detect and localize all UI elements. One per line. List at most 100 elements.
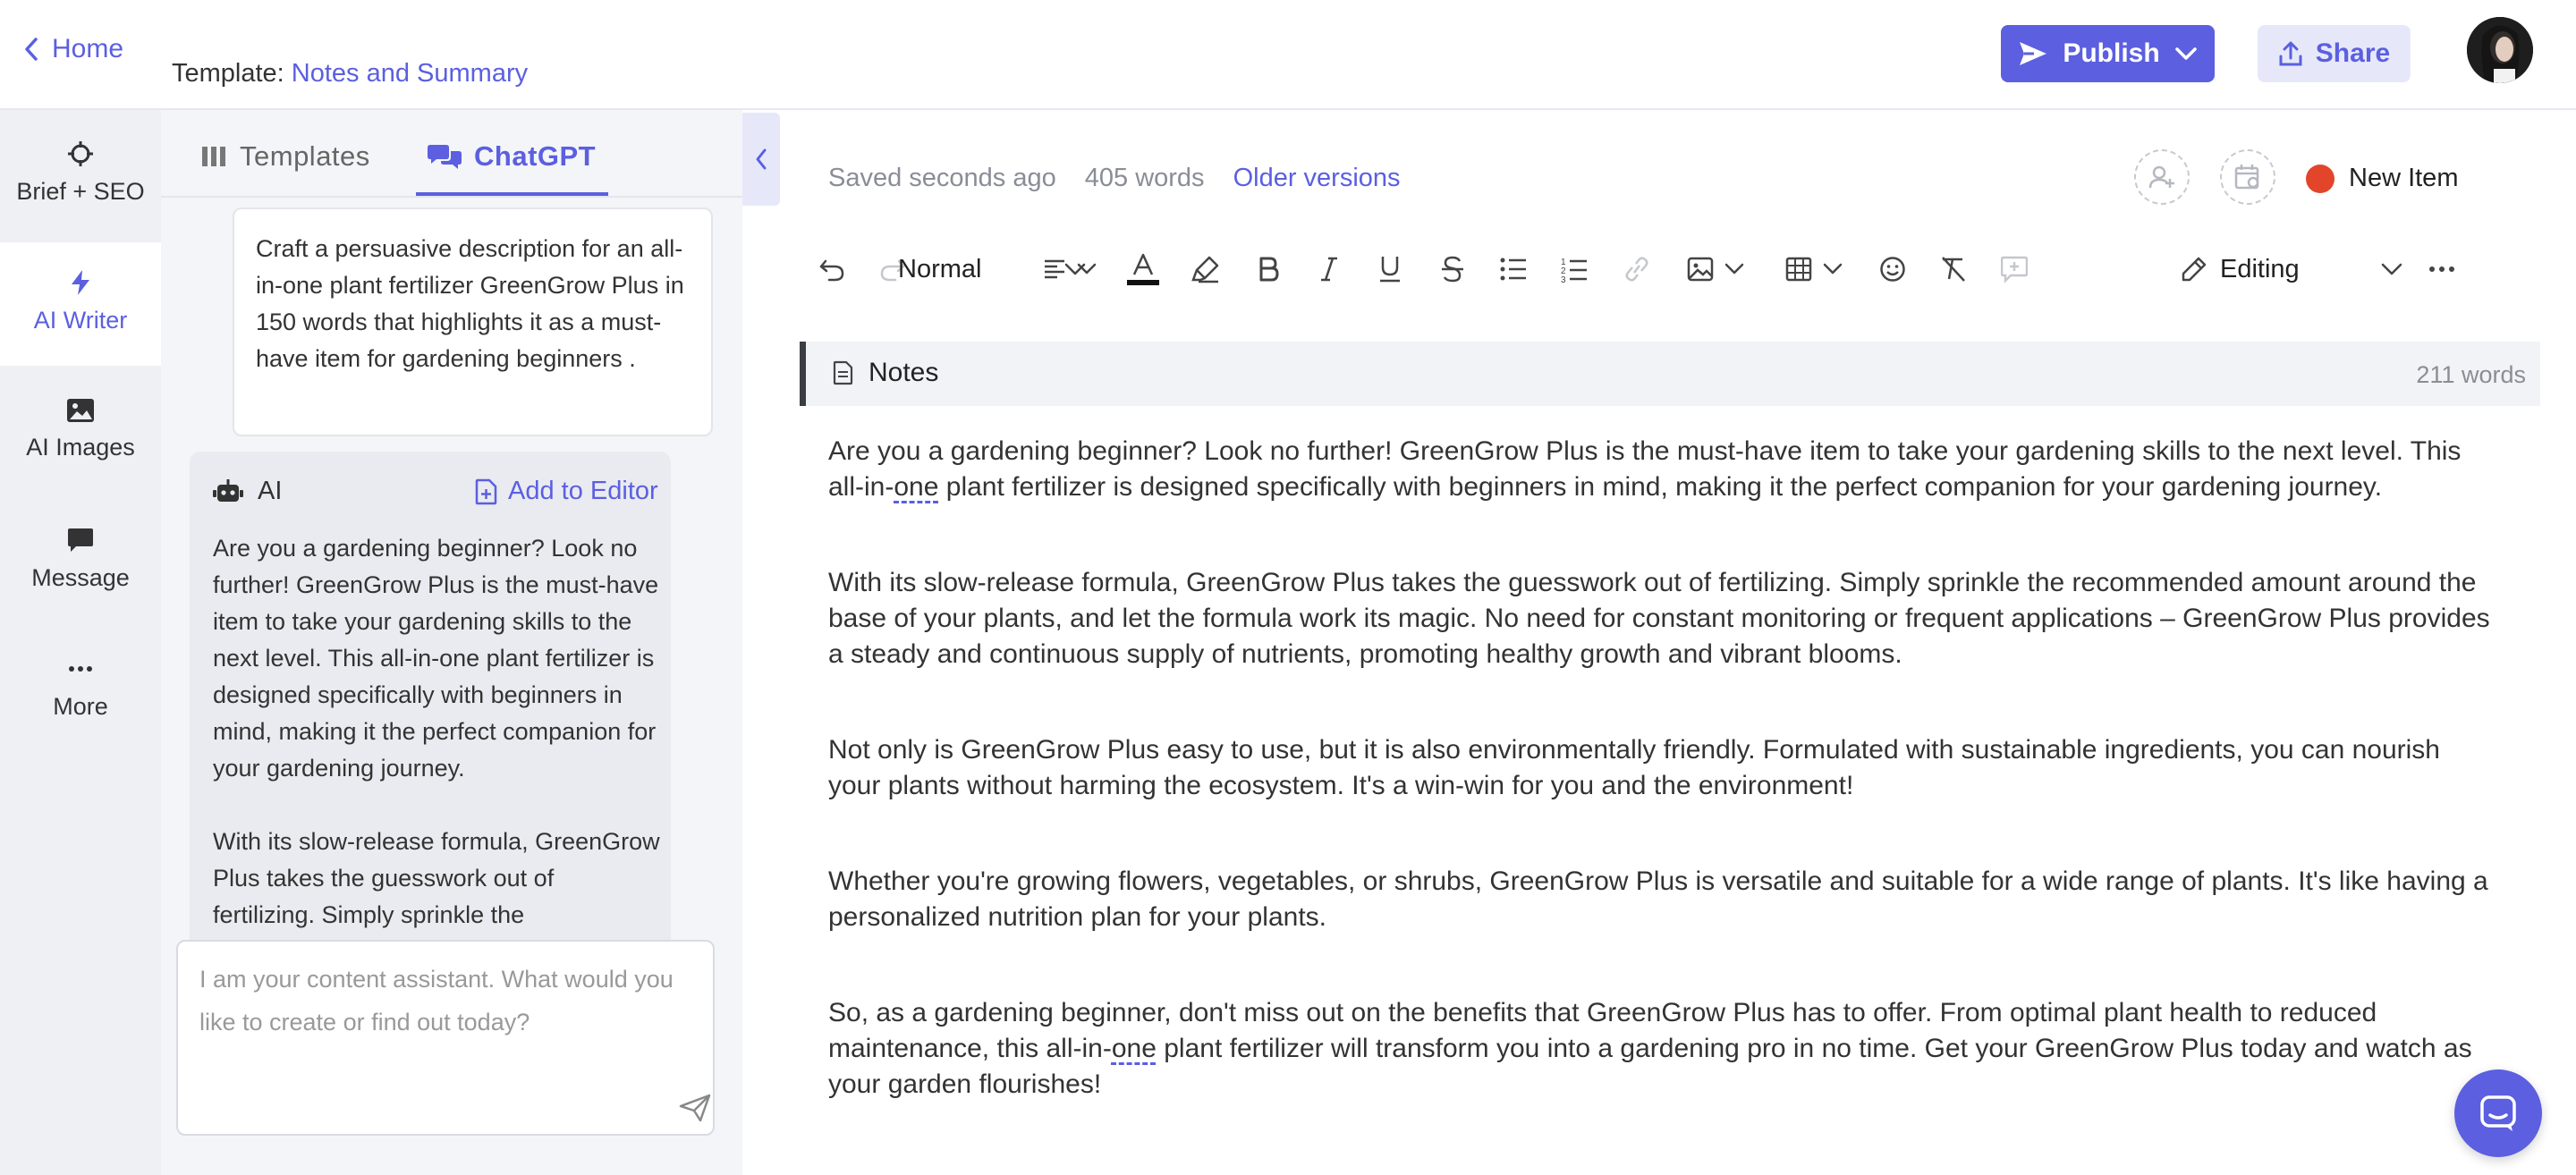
active-tab-indicator <box>416 192 608 196</box>
help-chat-button[interactable] <box>2454 1069 2542 1157</box>
undo-button[interactable] <box>814 249 850 289</box>
chevron-down-icon <box>1077 263 1097 275</box>
prompt-text: Craft a persuasive description for an al… <box>256 235 684 372</box>
chat-bubble-icon <box>2480 1095 2516 1131</box>
add-user-icon <box>2148 165 2174 189</box>
add-comment-button[interactable] <box>1996 249 2032 289</box>
avatar[interactable] <box>2467 17 2533 83</box>
rail-item-ai-writer[interactable]: AI Writer <box>0 269 161 334</box>
notes-title: Notes <box>833 358 938 388</box>
comment-icon <box>2001 256 2028 283</box>
editor-area: Saved seconds ago 405 words Older versio… <box>780 110 2576 1175</box>
share-label: Share <box>2315 38 2391 68</box>
bold-button[interactable] <box>1250 249 1286 289</box>
publish-button[interactable]: Publish <box>2001 25 2215 82</box>
top-bar: Home Template: Notes and Summary Publish… <box>0 0 2576 110</box>
paragraph: Whether you're growing flowers, vegetabl… <box>828 866 2488 932</box>
assign-user-button[interactable] <box>2134 149 2190 205</box>
table-icon <box>1785 257 1812 282</box>
more-horizontal-icon <box>2429 266 2454 272</box>
section-word-count: 211 words <box>2416 361 2526 388</box>
spellcheck-word[interactable]: one <box>894 472 938 502</box>
emoji-icon <box>1880 257 1905 282</box>
numbered-list-button[interactable]: 123 <box>1556 249 1592 289</box>
rail-item-ai-images[interactable]: AI Images <box>0 398 161 461</box>
lightning-icon <box>72 270 89 295</box>
template-name[interactable]: Notes and Summary <box>292 59 528 88</box>
schedule-button[interactable] <box>2220 149 2275 205</box>
document-word-count: 405 words <box>1084 164 1205 192</box>
editing-mode-select[interactable]: Editing <box>2181 246 2402 292</box>
clear-format-button[interactable] <box>1936 249 1971 289</box>
paragraph: So, as a gardening beginner, don't miss … <box>828 995 2492 1103</box>
highlight-button[interactable] <box>1188 249 1224 289</box>
text-color-icon <box>1127 253 1159 285</box>
saved-status: Saved seconds ago <box>828 164 1056 192</box>
chevron-left-icon <box>756 148 767 170</box>
chat-input[interactable] <box>178 942 713 1134</box>
tab-templates[interactable]: Templates <box>200 140 370 173</box>
link-button[interactable] <box>1619 249 1655 289</box>
emoji-button[interactable] <box>1875 249 1911 289</box>
highlighter-icon <box>1191 256 1219 283</box>
strikethrough-button[interactable] <box>1435 249 1470 289</box>
rail-item-more[interactable]: More <box>0 655 161 721</box>
upload-icon <box>2279 41 2302 66</box>
chat-tabs: Templates ChatGPT <box>161 110 742 198</box>
rail-item-brief-seo[interactable]: Brief + SEO <box>0 140 161 206</box>
formatting-toolbar: Normal 123 Editing <box>814 242 2513 296</box>
text: plant fertilizer is designed specificall… <box>938 472 2383 502</box>
add-to-editor-button[interactable]: Add to Editor <box>474 477 658 506</box>
insert-image-select[interactable] <box>1680 249 1751 289</box>
text-color-button[interactable] <box>1123 249 1163 289</box>
calendar-icon <box>2234 165 2259 190</box>
underline-icon <box>1380 257 1400 283</box>
chat-input-box <box>176 940 715 1136</box>
paragraph: Are you a gardening beginner? Look no fu… <box>828 434 2492 505</box>
bullet-list-button[interactable] <box>1496 249 1531 289</box>
message-icon <box>68 528 93 552</box>
rail-label: AI Writer <box>33 307 128 334</box>
home-link[interactable]: Home <box>23 34 123 64</box>
status-label: New Item <box>2349 164 2459 192</box>
pencil-icon <box>2182 257 2207 282</box>
status-dot <box>2306 164 2334 193</box>
document-icon <box>833 360 853 385</box>
older-versions-link[interactable]: Older versions <box>1233 164 1401 193</box>
italic-button[interactable] <box>1311 249 1347 289</box>
align-select[interactable] <box>1034 249 1106 289</box>
tab-chatgpt[interactable]: ChatGPT <box>428 140 596 173</box>
editor-content[interactable]: Are you a gardening beginner? Look no fu… <box>828 434 2492 1162</box>
publish-label: Publish <box>2063 38 2160 68</box>
add-to-editor-label: Add to Editor <box>508 477 658 505</box>
template-prefix: Template: <box>172 59 284 88</box>
editing-mode-value: Editing <box>2220 254 2300 283</box>
paragraph: With its slow-release formula, GreenGrow… <box>828 568 2490 669</box>
svg-text:3: 3 <box>1561 275 1566 283</box>
chevron-left-icon <box>25 38 38 61</box>
send-icon[interactable] <box>679 1094 711 1122</box>
home-label: Home <box>52 34 124 63</box>
ai-response-text: Are you a gardening beginner? Look no fu… <box>213 535 660 928</box>
rail-label: Message <box>31 564 130 591</box>
bullet-list-icon <box>1500 258 1526 281</box>
underline-button[interactable] <box>1372 249 1408 289</box>
italic-icon <box>1321 257 1337 282</box>
chevron-down-icon <box>2174 47 2197 60</box>
editing-mode-group: Editing <box>2181 255 2300 284</box>
rail-item-message[interactable]: Message <box>0 527 161 592</box>
user-avatar-image <box>2467 17 2533 83</box>
clear-format-icon <box>1942 257 1965 282</box>
collapse-panel-button[interactable] <box>742 113 780 206</box>
spellcheck-word[interactable]: one <box>1112 1034 1157 1063</box>
insert-table-select[interactable] <box>1778 249 1850 289</box>
user-prompt-message: Craft a persuasive description for an al… <box>233 207 713 436</box>
chat-panel: Templates ChatGPT Craft a persuasive des… <box>161 110 742 1175</box>
undo-icon <box>819 259 844 282</box>
status-selector[interactable]: New Item <box>2306 164 2458 193</box>
share-button[interactable]: Share <box>2258 25 2411 82</box>
more-options-button[interactable] <box>2424 249 2460 289</box>
document-status: Saved seconds ago 405 words Older versio… <box>828 164 1401 193</box>
tab-label: Templates <box>240 140 370 172</box>
chevron-down-icon <box>1724 263 1744 275</box>
